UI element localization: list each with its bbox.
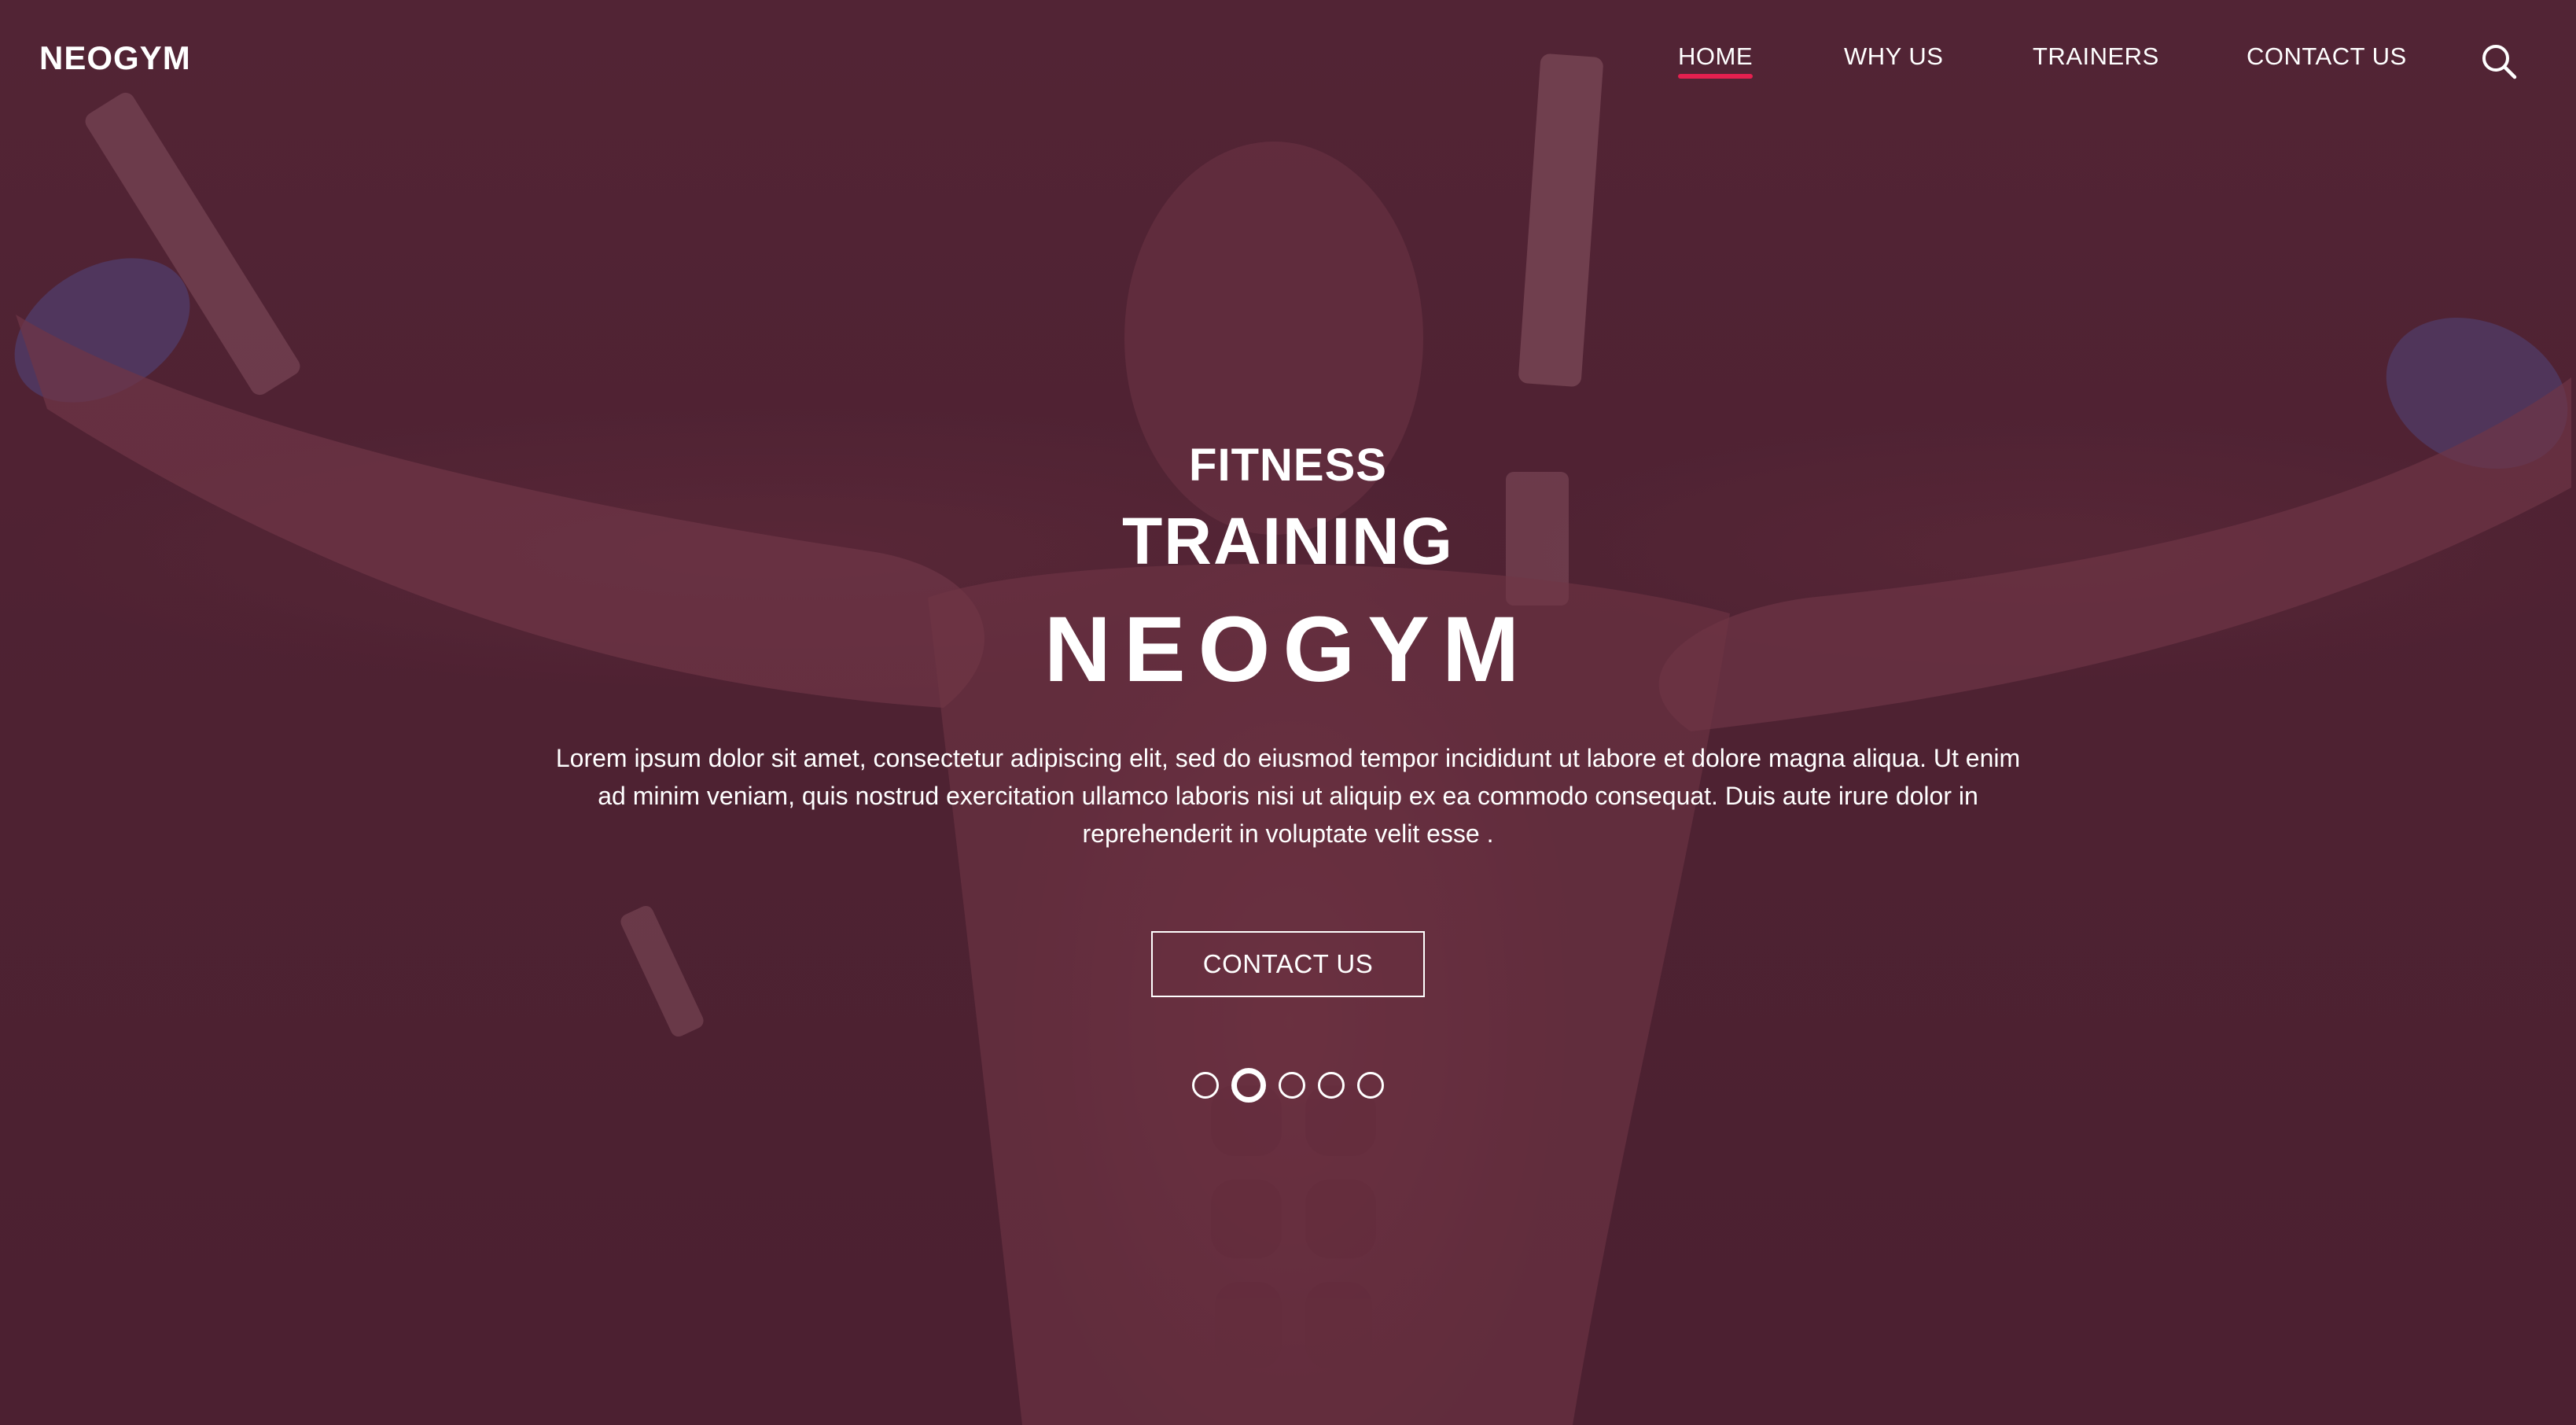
carousel-dot-3[interactable] bbox=[1279, 1072, 1305, 1099]
nav-item-trainers-label: TRAINERS bbox=[2033, 42, 2159, 70]
hero-brand-title: NEOGYM bbox=[1043, 598, 1533, 701]
carousel-dot-2[interactable] bbox=[1231, 1068, 1266, 1103]
nav-item-trainers[interactable]: TRAINERS bbox=[2033, 42, 2159, 71]
hero-description: Lorem ipsum dolor sit amet, consectetur … bbox=[555, 744, 2021, 848]
hero-kicker: FITNESS bbox=[1189, 440, 1387, 491]
carousel-indicators bbox=[0, 1068, 2576, 1103]
top-navbar: NEOGYM HOME WHY US TRAINERS CONTACT US bbox=[0, 0, 2576, 118]
carousel-dot-5[interactable] bbox=[1357, 1072, 1384, 1099]
brand-logo[interactable]: NEOGYM bbox=[39, 39, 191, 77]
hero-background-image bbox=[0, 0, 2576, 1425]
hero-section: NEOGYM HOME WHY US TRAINERS CONTACT US F… bbox=[0, 0, 2576, 1425]
nav-item-contact-us[interactable]: CONTACT US bbox=[2247, 42, 2407, 71]
search-button[interactable] bbox=[2478, 41, 2519, 82]
nav-item-contact-us-label: CONTACT US bbox=[2247, 42, 2407, 70]
carousel-dot-4[interactable] bbox=[1318, 1072, 1345, 1099]
nav-item-why-us-label: WHY US bbox=[1844, 42, 1944, 70]
contact-us-button[interactable]: CONTACT US bbox=[1151, 931, 1425, 997]
hero-title: TRAINING bbox=[1122, 504, 1454, 578]
nav-item-why-us[interactable]: WHY US bbox=[1844, 42, 1943, 71]
nav-item-home-label: HOME bbox=[1678, 42, 1753, 70]
nav-item-home[interactable]: HOME bbox=[1678, 42, 1753, 79]
active-nav-indicator bbox=[1678, 74, 1753, 79]
carousel-dot-1[interactable] bbox=[1192, 1072, 1219, 1099]
search-icon bbox=[2482, 45, 2517, 79]
overlay-tint bbox=[0, 0, 2576, 1425]
